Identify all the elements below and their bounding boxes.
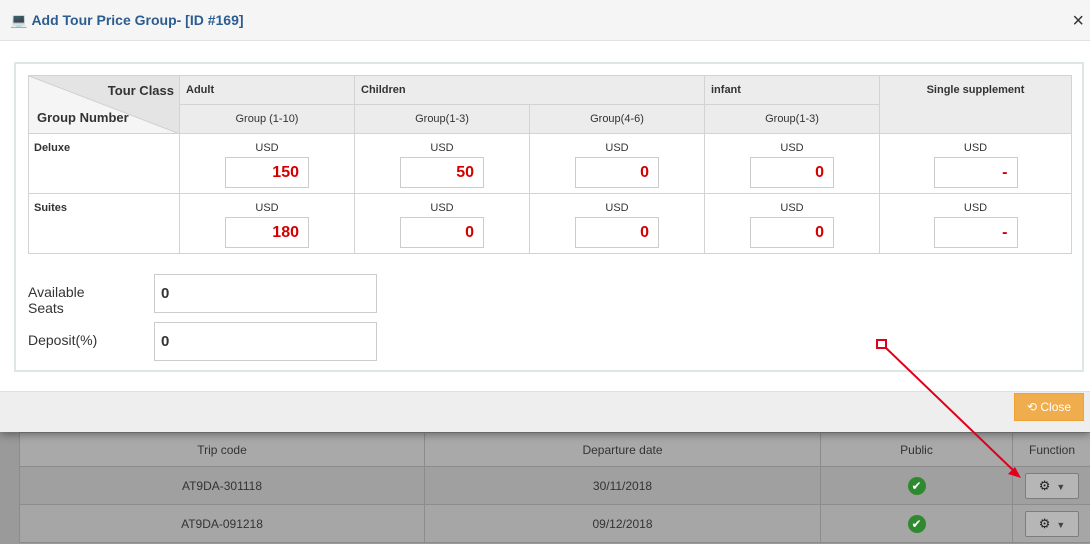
deposit-input[interactable]: 0: [154, 322, 377, 361]
available-seats-label: Available Seats: [28, 284, 85, 316]
price-input[interactable]: 0: [750, 157, 834, 188]
col-departure-date: Departure date: [424, 432, 821, 467]
gear-dropdown-button[interactable]: ⚙ ▼: [1025, 510, 1079, 537]
deposit-label: Deposit(%): [28, 332, 98, 348]
table-corner-header: Tour Class Group Number: [28, 75, 180, 134]
check-icon: ✔: [907, 476, 926, 495]
currency-label: USD: [255, 202, 279, 214]
price-input[interactable]: 150: [225, 157, 309, 188]
group-children-4-6: Group(4-6): [529, 104, 705, 134]
trips-table: Trip code Departure date Public Function…: [19, 432, 1090, 543]
close-refresh-icon: ⟲: [1026, 400, 1038, 414]
class-infant: infant: [704, 75, 880, 105]
departure-cell: 30/11/2018: [424, 466, 821, 505]
available-seats-input[interactable]: 0: [154, 274, 377, 313]
gear-dropdown-button[interactable]: ⚙ ▼: [1025, 472, 1079, 499]
currency-label: USD: [605, 142, 629, 154]
price-input[interactable]: 0: [575, 217, 659, 248]
row-suites: Suites USD 180 USD 0 USD 0 USD 0 USD -: [28, 193, 1072, 254]
row-label-suites: Suites: [28, 193, 180, 254]
class-single-supplement: Single supplement: [879, 75, 1072, 134]
table-row: AT9DA-091218 09/12/2018 ✔ ⚙ ▼: [19, 504, 1090, 543]
single-supplement-input[interactable]: -: [933, 157, 1018, 188]
trip-code-cell: AT9DA-091218: [19, 504, 425, 543]
col-public: Public: [820, 432, 1013, 467]
currency-label: USD: [780, 202, 804, 214]
price-input[interactable]: 0: [575, 157, 659, 188]
caret-down-icon: ▼: [1056, 481, 1066, 492]
price-input[interactable]: 50: [400, 157, 484, 188]
departure-cell: 09/12/2018: [424, 504, 821, 543]
class-adult: Adult: [179, 75, 355, 105]
gear-icon: ⚙: [1038, 515, 1051, 531]
col-function: Function: [1012, 432, 1090, 467]
group-infant-1-3: Group(1-3): [704, 104, 880, 134]
currency-label: USD: [255, 142, 279, 154]
group-adult-1-10: Group (1-10): [179, 104, 355, 134]
price-input[interactable]: 0: [400, 217, 484, 248]
currency-label: USD: [780, 142, 804, 154]
class-children: Children: [354, 75, 705, 105]
check-icon: ✔: [907, 514, 926, 533]
modal-title: 💻 Add Tour Price Group- [ID #169]: [10, 12, 244, 28]
group-number-label: Group Number: [37, 110, 129, 125]
gear-icon: ⚙: [1038, 477, 1051, 493]
currency-label: USD: [430, 202, 454, 214]
caret-down-icon: ▼: [1056, 519, 1066, 530]
modal-header: 💻 Add Tour Price Group- [ID #169] ×: [0, 0, 1090, 41]
close-icon[interactable]: ×: [1072, 11, 1084, 31]
currency-label: USD: [963, 202, 988, 214]
row-label-deluxe: Deluxe: [28, 133, 180, 194]
modal-footer: ⟲ Close: [0, 391, 1090, 432]
currency-label: USD: [963, 142, 988, 154]
computer-icon: 💻: [10, 12, 28, 28]
group-children-1-3: Group(1-3): [354, 104, 530, 134]
price-table: Tour Class Group Number Adult Children i…: [28, 75, 1072, 254]
modal-body: Tour Class Group Number Adult Children i…: [14, 62, 1084, 372]
close-button[interactable]: ⟲ Close: [1014, 393, 1084, 421]
trip-code-cell: AT9DA-301118: [19, 466, 425, 505]
price-group-modal: 💻 Add Tour Price Group- [ID #169] × Tour …: [0, 0, 1090, 432]
table-row: AT9DA-301118 30/11/2018 ✔ ⚙ ▼: [19, 466, 1090, 505]
price-input[interactable]: 180: [225, 217, 309, 248]
tour-class-label: Tour Class: [107, 83, 174, 98]
col-trip-code: Trip code: [19, 432, 425, 467]
single-supplement-input[interactable]: -: [933, 217, 1018, 248]
currency-label: USD: [430, 142, 454, 154]
currency-label: USD: [605, 202, 629, 214]
row-deluxe: Deluxe USD 150 USD 50 USD 0 USD 0 USD -: [28, 133, 1072, 194]
price-input[interactable]: 0: [750, 217, 834, 248]
